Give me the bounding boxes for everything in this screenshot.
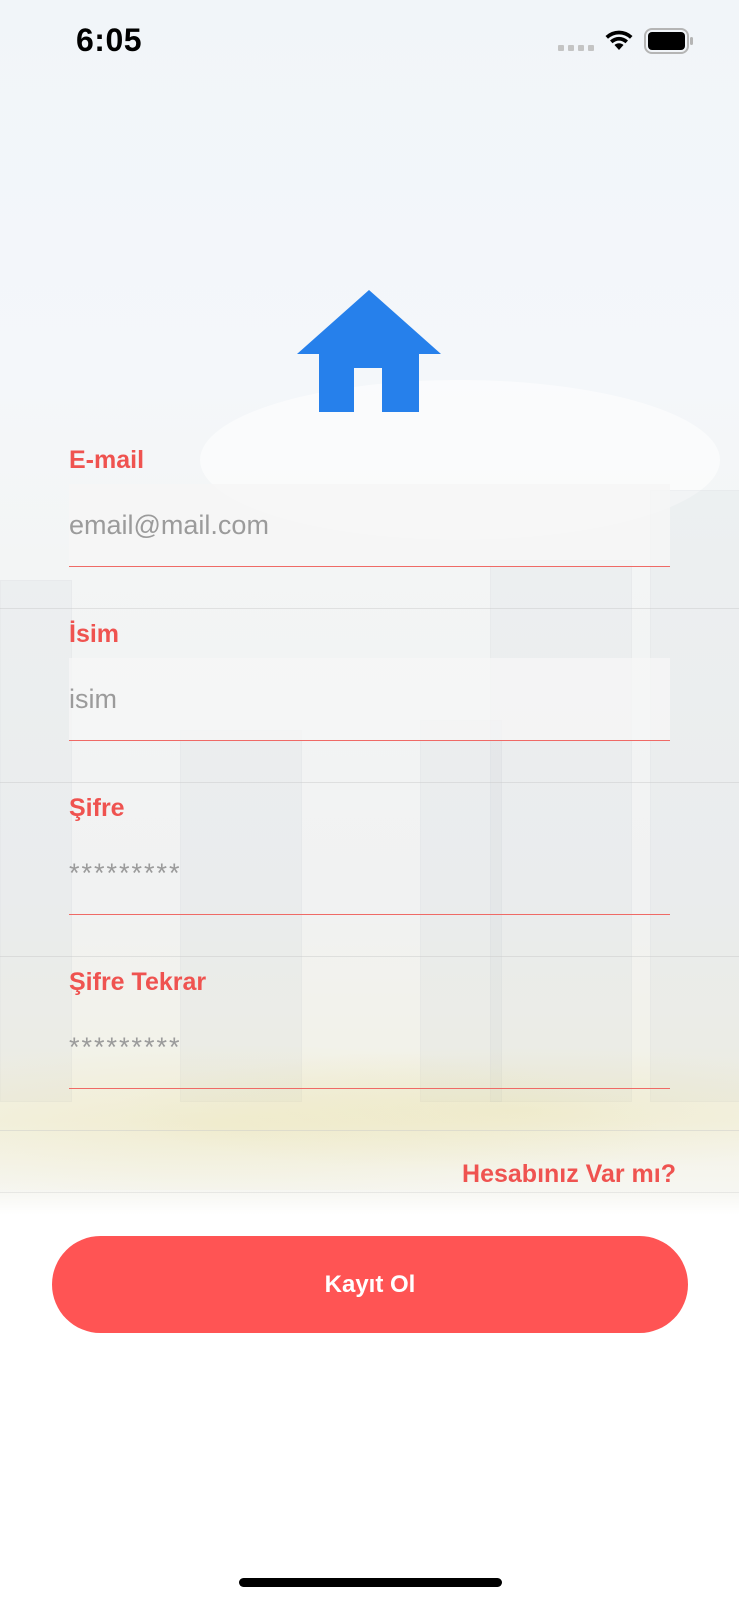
status-bar: 6:05 [0,0,739,84]
name-field-container [69,658,670,741]
name-label: İsim [69,620,120,648]
cellular-signal-icon [558,45,594,51]
password-label: Şifre [69,794,125,822]
password-repeat-input[interactable] [69,1006,670,1088]
password-repeat-field-group: Şifre Tekrar [0,956,739,1131]
password-repeat-label: Şifre Tekrar [69,968,207,996]
register-button[interactable]: Kayıt Ol [52,1236,688,1333]
divider [0,1192,739,1193]
home-icon [297,290,441,412]
name-field-group: İsim [0,608,739,783]
home-indicator [239,1578,502,1587]
battery-icon [644,28,693,54]
password-repeat-field-container [69,1006,670,1089]
email-field-container [69,484,670,567]
name-input[interactable] [69,658,670,740]
password-field-group: Şifre [0,782,739,957]
password-field-container [69,832,670,915]
status-time: 6:05 [76,22,143,58]
have-account-link[interactable]: Hesabınız Var mı? [462,1160,676,1189]
wifi-icon [605,30,633,50]
password-input[interactable] [69,832,670,914]
email-field-group: E-mail [0,434,739,609]
email-label: E-mail [69,446,145,474]
email-input[interactable] [69,484,670,566]
